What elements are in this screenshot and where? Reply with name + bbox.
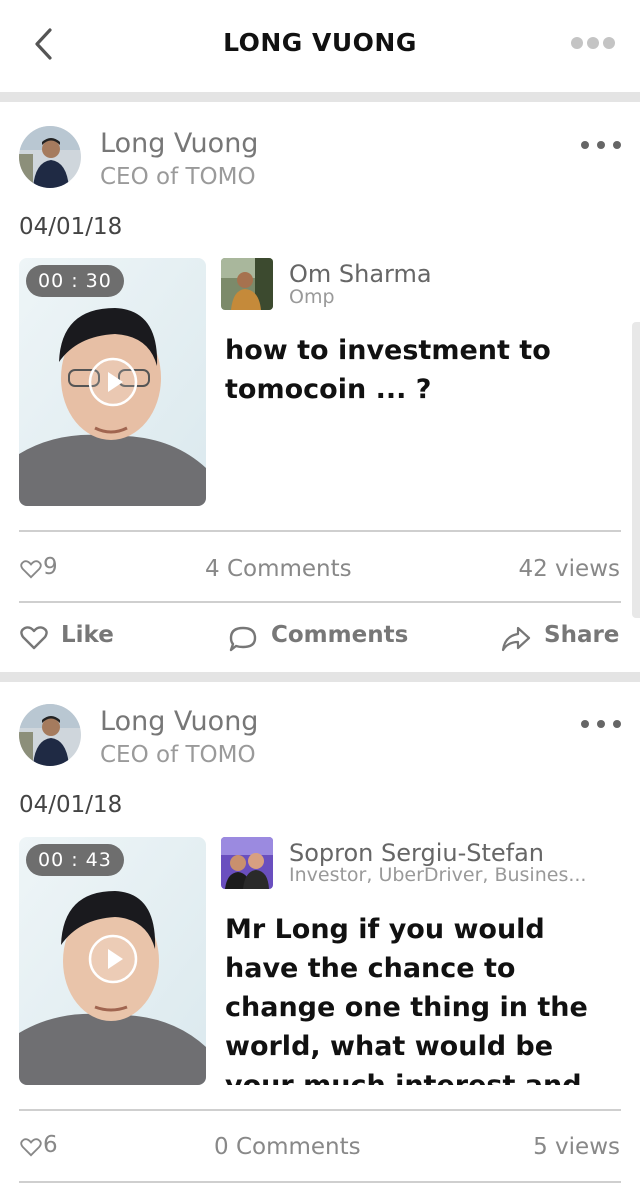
share-button[interactable]: Share [500,620,622,656]
video-duration-badge: 00 : 43 [26,844,124,876]
author-role: CEO of TOMO [100,742,256,768]
separator [0,92,640,102]
author-avatar[interactable] [19,126,81,188]
divider [19,1109,621,1111]
post-date: 04/01/18 [19,792,123,818]
play-icon[interactable] [88,934,138,984]
comments-button[interactable]: Comments [228,620,418,656]
like-button[interactable]: Like [20,620,130,656]
comment-bubble-icon [229,626,257,652]
comments-label: Comments [271,622,409,648]
like-count: 6 [43,1132,58,1158]
share-label: Share [544,622,620,648]
share-arrow-icon [501,626,531,652]
video-thumbnail[interactable]: 00 : 43 [19,837,206,1085]
asker-subtitle: Investor, UberDriver, Busines... [289,864,587,886]
divider [19,530,621,532]
video-duration-badge: 00 : 30 [26,265,124,297]
author-name[interactable]: Long Vuong [100,706,258,737]
author-avatar[interactable] [19,704,81,766]
divider [19,1181,621,1183]
heart-icon [20,626,48,650]
play-icon[interactable] [88,357,138,407]
question-text[interactable]: Mr Long if you would have the chance to … [225,910,625,1085]
asker-name[interactable]: Sopron Sergiu-Stefan [289,839,544,867]
question-text[interactable]: how to investment to tomocoin ... ? [225,331,625,411]
post-card: Long Vuong CEO of TOMO 04/01/18 00 : 30 [0,102,640,672]
scrollbar[interactable] [632,322,640,618]
more-horizontal-icon[interactable] [570,36,616,50]
top-bar: LONG VUONG [0,0,640,92]
like-label: Like [61,622,114,648]
heart-small-icon [20,1138,42,1157]
divider [19,601,621,603]
post-date: 04/01/18 [19,214,123,240]
comment-count[interactable]: 0 Comments [214,1134,361,1160]
asker-avatar[interactable] [221,258,273,310]
author-name[interactable]: Long Vuong [100,128,258,159]
view-count: 42 views [518,556,620,582]
author-role: CEO of TOMO [100,164,256,190]
separator [0,672,640,682]
asker-subtitle: Omp [289,286,335,308]
view-count: 5 views [533,1134,620,1160]
asker-name[interactable]: Om Sharma [289,260,432,288]
post-card: Long Vuong CEO of TOMO 04/01/18 00 : 43 [0,682,640,1202]
post-more-icon[interactable] [580,718,622,730]
video-thumbnail[interactable]: 00 : 30 [19,258,206,506]
post-more-icon[interactable] [580,139,622,151]
like-count: 9 [43,554,58,580]
heart-small-icon [20,560,42,579]
asker-avatar[interactable] [221,837,273,889]
comment-count[interactable]: 4 Comments [205,556,352,582]
page-title: LONG VUONG [223,28,417,57]
